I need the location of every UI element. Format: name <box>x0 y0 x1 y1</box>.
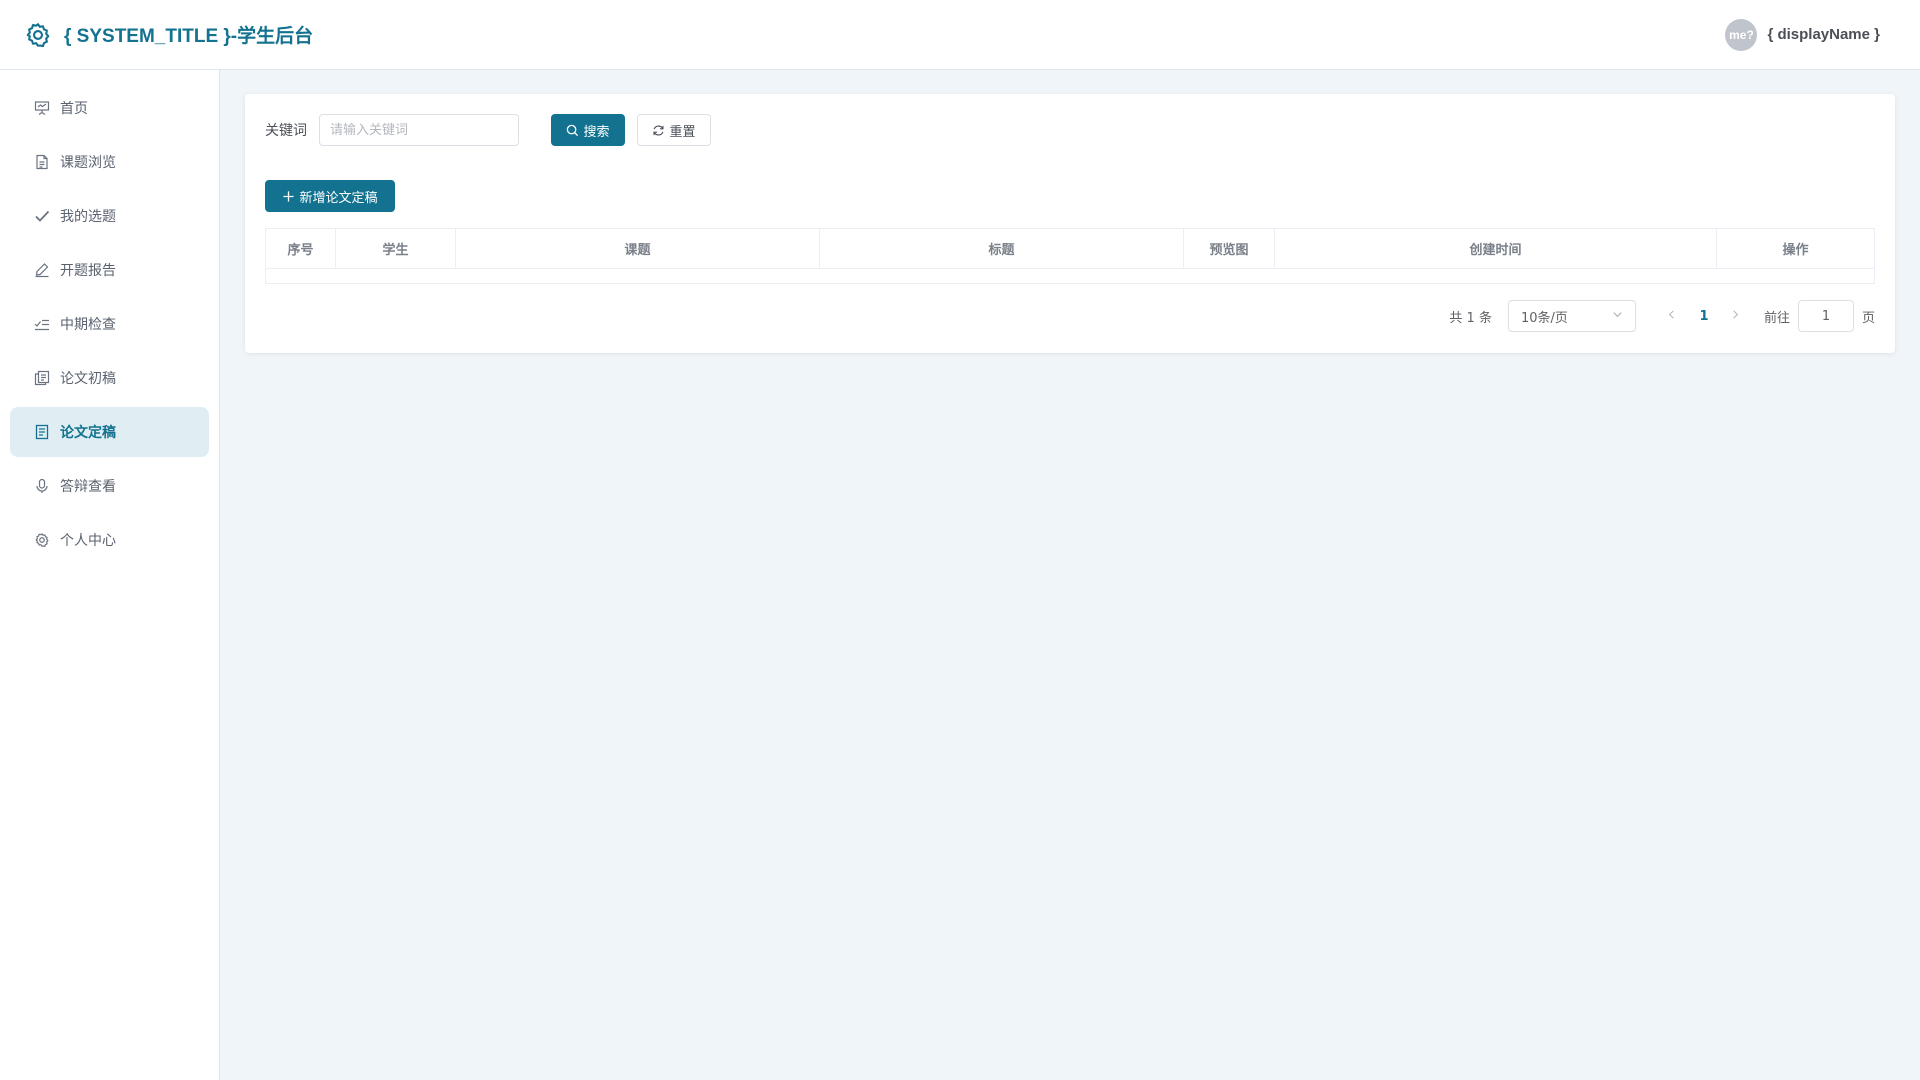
sidebar-item-defense[interactable]: 答辩查看 <box>10 461 209 511</box>
presentation-icon <box>34 100 50 116</box>
column-header-created[interactable]: 创建时间 <box>1275 229 1717 268</box>
goto-page-input[interactable] <box>1797 300 1854 332</box>
sidebar-item-label: 论文初稿 <box>60 371 116 387</box>
total-count: 共 1 条 <box>1449 310 1492 326</box>
sidebar-item-label: 答辩查看 <box>60 479 116 495</box>
sidebar-item-final[interactable]: 论文定稿 <box>10 407 209 457</box>
next-page-button[interactable] <box>1720 308 1752 324</box>
display-name[interactable]: { displayName } <box>1767 26 1880 43</box>
content-card: 关键词 搜索 重置 新增论文定稿 序号 学生 课题 标题 预览图 创建时间 <box>245 94 1895 353</box>
top-header: { SYSTEM_TITLE }-学生后台 me? { displayName … <box>0 0 1920 70</box>
copy-document-icon <box>34 370 50 386</box>
column-header-preview[interactable]: 预览图 <box>1184 229 1275 268</box>
search-button-label: 搜索 <box>583 124 610 140</box>
add-button-label: 新增论文定稿 <box>299 190 378 206</box>
sidebar-item-label: 开题报告 <box>60 263 116 279</box>
plus-icon <box>282 190 295 203</box>
sidebar-item-label: 课题浏览 <box>60 155 116 171</box>
search-bar: 关键词 搜索 重置 <box>265 114 1875 146</box>
document-icon <box>34 154 50 170</box>
gear-icon <box>24 21 52 49</box>
sidebar-item-my-topic[interactable]: 我的选题 <box>10 191 209 241</box>
page-size-select[interactable]: 10条/页 <box>1507 300 1636 332</box>
column-header-actions[interactable]: 操作 <box>1717 229 1874 268</box>
sidebar-item-midterm[interactable]: 中期检查 <box>10 299 209 349</box>
column-header-student[interactable]: 学生 <box>336 229 456 268</box>
sidebar-item-label: 我的选题 <box>60 209 116 225</box>
add-final-paper-button[interactable]: 新增论文定稿 <box>265 180 395 212</box>
edit-pen-icon <box>34 262 50 278</box>
final-paper-table: 序号 学生 课题 标题 预览图 创建时间 操作 <box>265 228 1875 284</box>
sidebar-item-profile[interactable]: 个人中心 <box>10 515 209 565</box>
check-icon <box>34 208 50 224</box>
user-menu[interactable]: me? { displayName } <box>1725 18 1880 51</box>
keyword-input[interactable] <box>319 114 519 146</box>
sidebar-item-home[interactable]: 首页 <box>10 83 209 133</box>
chevron-right-icon <box>1733 310 1739 319</box>
pagination: 共 1 条 10条/页 1 前往 页 <box>265 300 1875 332</box>
sidebar-item-label: 首页 <box>60 101 88 117</box>
microphone-icon <box>34 478 50 494</box>
column-header-index[interactable]: 序号 <box>266 229 336 268</box>
table-header: 序号 学生 课题 标题 预览图 创建时间 操作 <box>266 229 1874 269</box>
reset-button[interactable]: 重置 <box>637 114 711 146</box>
reset-button-label: 重置 <box>669 124 696 140</box>
sidebar-item-proposal[interactable]: 开题报告 <box>10 245 209 295</box>
prev-page-button[interactable] <box>1656 308 1688 324</box>
column-header-topic[interactable]: 课题 <box>456 229 820 268</box>
page-suffix-label: 页 <box>1861 310 1875 326</box>
chevron-left-icon <box>1669 310 1675 319</box>
sidebar-item-label: 个人中心 <box>60 533 116 549</box>
checklist-icon <box>34 316 50 332</box>
sidebar-item-label: 论文定稿 <box>60 425 116 441</box>
search-icon <box>566 124 579 137</box>
chevron-down-icon <box>1612 309 1623 324</box>
page-size-value: 10条/页 <box>1520 310 1568 326</box>
sidebar-item-topic-browse[interactable]: 课题浏览 <box>10 137 209 187</box>
goto-label: 前往 <box>1763 310 1790 326</box>
table-body <box>266 269 1874 283</box>
refresh-icon <box>652 124 665 137</box>
page-number-current[interactable]: 1 <box>1688 309 1720 324</box>
sidebar-item-draft[interactable]: 论文初稿 <box>10 353 209 403</box>
avatar[interactable]: me? <box>1725 18 1758 51</box>
page-title: { SYSTEM_TITLE }-学生后台 <box>64 26 314 47</box>
brand: { SYSTEM_TITLE }-学生后台 <box>24 21 313 49</box>
sidebar-item-label: 中期检查 <box>60 317 116 333</box>
keyword-label: 关键词 <box>265 123 307 139</box>
search-button[interactable]: 搜索 <box>551 114 625 146</box>
sidebar: 首页 课题浏览 我的选题 开题报告 中期检查 论文初稿 论文定稿 答辩查看 个人… <box>0 70 220 1080</box>
settings-icon <box>34 532 50 548</box>
column-header-title[interactable]: 标题 <box>820 229 1184 268</box>
document-text-icon <box>34 424 50 440</box>
